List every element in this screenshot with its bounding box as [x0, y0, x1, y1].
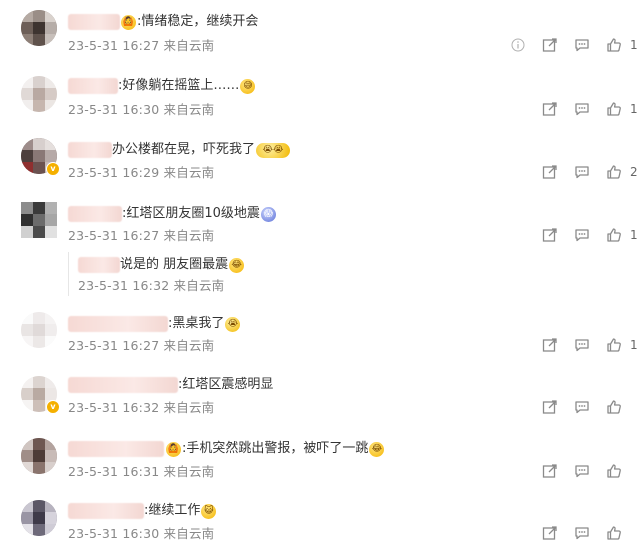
- comment-line: :好像躺在摇篮上…… 😅: [68, 76, 256, 96]
- comment-meta: 23-5-31 16:29 来自云南: [68, 165, 215, 180]
- comment-meta: 23-5-31 16:30 来自云南: [68, 526, 215, 541]
- comment-meta: 23-5-31 16:32 来自云南: [68, 400, 215, 415]
- comment-icon[interactable]: [572, 225, 592, 245]
- avatar[interactable]: [21, 438, 57, 474]
- avatar[interactable]: [21, 202, 57, 238]
- forward-icon[interactable]: [540, 35, 560, 55]
- info-icon[interactable]: [508, 35, 528, 55]
- comment-text: :继续工作: [144, 503, 201, 518]
- comment-actions: 1: [528, 335, 638, 355]
- emoji-icon: 😭😭: [256, 142, 291, 158]
- emoji-icon: 😂: [229, 257, 245, 273]
- comment-icon[interactable]: [572, 397, 592, 417]
- comment-meta: 23-5-31 16:27 来自云南: [68, 38, 215, 53]
- comment-actions: [528, 523, 638, 543]
- comment-actions: 1: [496, 35, 638, 55]
- comment-text: :手机突然跳出警报，被吓了一跳: [182, 441, 369, 456]
- masked-username[interactable]: [68, 142, 112, 158]
- forward-icon[interactable]: [540, 335, 560, 355]
- comment-text: :红塔区朋友圈10级地震: [122, 206, 260, 221]
- comment-text: 办公楼都在晃，吓死我了: [112, 142, 256, 157]
- comment-line: :继续工作 😺: [68, 501, 217, 521]
- emoji-icon: 🙆: [121, 14, 136, 30]
- avatar[interactable]: [21, 10, 57, 46]
- thumbs-up-icon[interactable]: [604, 335, 624, 355]
- comment-icon[interactable]: [572, 335, 592, 355]
- like-count: 1: [630, 38, 638, 52]
- forward-icon[interactable]: [540, 523, 560, 543]
- forward-icon[interactable]: [540, 461, 560, 481]
- comment-icon[interactable]: [572, 162, 592, 182]
- comment-actions: 1: [528, 99, 638, 119]
- emoji-icon: 🙆: [166, 441, 181, 457]
- comment-icon[interactable]: [572, 99, 592, 119]
- comment-actions: [528, 397, 638, 417]
- masked-username[interactable]: [68, 316, 168, 332]
- avatar[interactable]: [21, 76, 57, 112]
- comment-meta: 23-5-31 16:30 来自云南: [68, 102, 215, 117]
- comment-meta: 23-5-31 16:27 来自云南: [68, 338, 215, 353]
- verified-badge: v: [46, 162, 60, 176]
- thumbs-up-icon[interactable]: [604, 99, 624, 119]
- forward-icon[interactable]: [540, 225, 560, 245]
- masked-username[interactable]: [68, 78, 118, 94]
- like-count: 1: [630, 338, 638, 352]
- comment-meta: 23-5-31 16:31 来自云南: [68, 464, 215, 479]
- masked-username[interactable]: [68, 14, 120, 30]
- comment-text: :情绪稳定，继续开会: [137, 14, 259, 29]
- comment-text: :红塔区震感明显: [178, 377, 274, 392]
- thumbs-up-icon[interactable]: [604, 523, 624, 543]
- masked-username[interactable]: [68, 503, 144, 519]
- like-count: 2: [630, 165, 638, 179]
- comment-actions: 1: [528, 225, 638, 245]
- like-count: 1: [630, 228, 638, 242]
- thumbs-up-icon[interactable]: [604, 461, 624, 481]
- comment-actions: [528, 461, 638, 481]
- avatar[interactable]: [21, 500, 57, 536]
- like-count: 1: [630, 102, 638, 116]
- reply-item: 说是的 朋友圈最震 😂 23-5-31 16:32 来自云南: [68, 252, 628, 296]
- comment-actions: 2: [528, 162, 638, 182]
- comment-icon[interactable]: [572, 461, 592, 481]
- comment-line: 🙆 :手机突然跳出警报，被吓了一跳 😂: [68, 439, 385, 459]
- comment-line: :黑桌我了 😭: [68, 314, 241, 334]
- emoji-icon: 😭: [225, 316, 241, 332]
- emoji-icon: 😅: [240, 78, 256, 94]
- reply-text: 说是的 朋友圈最震: [120, 257, 229, 272]
- masked-username[interactable]: [68, 206, 122, 222]
- comment-line: 办公楼都在晃，吓死我了 😭😭: [68, 140, 291, 160]
- avatar[interactable]: [21, 312, 57, 348]
- comment-line: :红塔区震感明显: [68, 375, 273, 395]
- forward-icon[interactable]: [540, 397, 560, 417]
- comment-icon[interactable]: [572, 35, 592, 55]
- comment-text: :黑桌我了: [168, 316, 225, 331]
- comment-meta: 23-5-31 16:27 来自云南: [68, 228, 215, 243]
- thumbs-up-icon[interactable]: [604, 225, 624, 245]
- masked-username[interactable]: [78, 257, 120, 273]
- masked-username[interactable]: [68, 441, 164, 457]
- thumbs-up-icon[interactable]: [604, 162, 624, 182]
- comment-icon[interactable]: [572, 523, 592, 543]
- emoji-icon: 😂: [369, 441, 385, 457]
- verified-badge: v: [46, 400, 60, 414]
- emoji-icon: 😱: [260, 206, 276, 222]
- thumbs-up-icon[interactable]: [604, 35, 624, 55]
- masked-username[interactable]: [68, 377, 178, 393]
- thumbs-up-icon[interactable]: [604, 397, 624, 417]
- reply-line: 说是的 朋友圈最震 😂: [78, 255, 245, 275]
- comment-line: :红塔区朋友圈10级地震 😱: [68, 204, 277, 224]
- reply-meta: 23-5-31 16:32 来自云南: [78, 278, 225, 293]
- forward-icon[interactable]: [540, 99, 560, 119]
- comment-line: 🙆 :情绪稳定，继续开会: [68, 12, 258, 32]
- forward-icon[interactable]: [540, 162, 560, 182]
- comment-text: :好像躺在摇篮上……: [118, 78, 240, 93]
- emoji-icon: 😺: [201, 503, 217, 519]
